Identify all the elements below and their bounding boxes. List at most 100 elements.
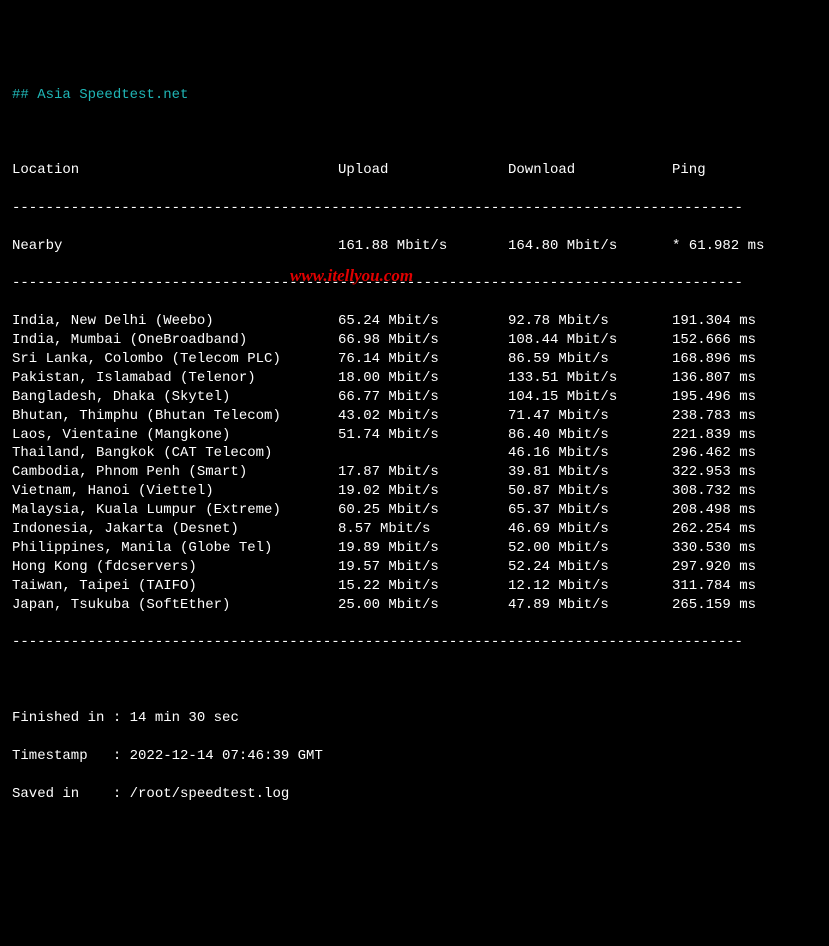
cell-upload: 19.02 Mbit/s: [338, 482, 508, 501]
cell-location: Thailand, Bangkok (CAT Telecom): [12, 444, 338, 463]
cell-download: 92.78 Mbit/s: [508, 312, 672, 331]
cell-upload: 19.89 Mbit/s: [338, 539, 508, 558]
footer-finished: Finished in : 14 min 30 sec: [12, 709, 817, 728]
table-row: Hong Kong (fdcservers)19.57 Mbit/s52.24 …: [12, 558, 817, 577]
cell-upload: 19.57 Mbit/s: [338, 558, 508, 577]
header-ping: Ping: [672, 161, 706, 180]
cell-location: Indonesia, Jakarta (Desnet): [12, 520, 338, 539]
nearby-row: Nearby161.88 Mbit/s164.80 Mbit/s* 61.982…: [12, 237, 817, 256]
cell-location: Vietnam, Hanoi (Viettel): [12, 482, 338, 501]
header-upload: Upload: [338, 161, 508, 180]
cell-location: Philippines, Manila (Globe Tel): [12, 539, 338, 558]
cell-ping: 296.462 ms: [672, 444, 756, 463]
cell-ping: 330.530 ms: [672, 539, 756, 558]
cell-download: 133.51 Mbit/s: [508, 369, 672, 388]
cell-upload: 43.02 Mbit/s: [338, 407, 508, 426]
nearby-download: 164.80 Mbit/s: [508, 237, 672, 256]
table-row: Philippines, Manila (Globe Tel)19.89 Mbi…: [12, 539, 817, 558]
cell-location: Bhutan, Thimphu (Bhutan Telecom): [12, 407, 338, 426]
cell-location: Taiwan, Taipei (TAIFO): [12, 577, 338, 596]
table-row: Laos, Vientaine (Mangkone)51.74 Mbit/s86…: [12, 426, 817, 445]
separator: ----------------------------------------…: [12, 199, 817, 218]
cell-download: 12.12 Mbit/s: [508, 577, 672, 596]
cell-ping: 297.920 ms: [672, 558, 756, 577]
footer-saved: Saved in : /root/speedtest.log: [12, 785, 817, 804]
cell-upload: 18.00 Mbit/s: [338, 369, 508, 388]
cell-ping: 191.304 ms: [672, 312, 756, 331]
header-location: Location: [12, 161, 338, 180]
cell-ping: 322.953 ms: [672, 463, 756, 482]
nearby-upload: 161.88 Mbit/s: [338, 237, 508, 256]
cell-upload: 17.87 Mbit/s: [338, 463, 508, 482]
cell-download: 65.37 Mbit/s: [508, 501, 672, 520]
cell-download: 52.24 Mbit/s: [508, 558, 672, 577]
cell-download: 39.81 Mbit/s: [508, 463, 672, 482]
cell-location: Sri Lanka, Colombo (Telecom PLC): [12, 350, 338, 369]
cell-download: 52.00 Mbit/s: [508, 539, 672, 558]
watermark-text: www.itellyou.com: [290, 265, 413, 288]
cell-upload: 15.22 Mbit/s: [338, 577, 508, 596]
cell-upload: 76.14 Mbit/s: [338, 350, 508, 369]
cell-download: 46.16 Mbit/s: [508, 444, 672, 463]
saved-label: Saved in :: [12, 786, 121, 802]
header-row: LocationUploadDownloadPing: [12, 161, 817, 180]
cell-upload: 25.00 Mbit/s: [338, 596, 508, 615]
table-row: Taiwan, Taipei (TAIFO)15.22 Mbit/s12.12 …: [12, 577, 817, 596]
cell-location: Laos, Vientaine (Mangkone): [12, 426, 338, 445]
cell-location: Malaysia, Kuala Lumpur (Extreme): [12, 501, 338, 520]
cell-ping: 136.807 ms: [672, 369, 756, 388]
cell-location: India, Mumbai (OneBroadband): [12, 331, 338, 350]
table-row: Thailand, Bangkok (CAT Telecom) 46.16 Mbi…: [12, 444, 817, 463]
cell-ping: 221.839 ms: [672, 426, 756, 445]
cell-ping: 152.666 ms: [672, 331, 756, 350]
cell-download: 47.89 Mbit/s: [508, 596, 672, 615]
cell-ping: 195.496 ms: [672, 388, 756, 407]
footer-timestamp: Timestamp : 2022-12-14 07:46:39 GMT: [12, 747, 817, 766]
cell-ping: 265.159 ms: [672, 596, 756, 615]
cell-upload: 60.25 Mbit/s: [338, 501, 508, 520]
table-row: Sri Lanka, Colombo (Telecom PLC)76.14 Mb…: [12, 350, 817, 369]
table-row: Japan, Tsukuba (SoftEther)25.00 Mbit/s47…: [12, 596, 817, 615]
table-row: Vietnam, Hanoi (Viettel)19.02 Mbit/s50.8…: [12, 482, 817, 501]
table-row: Malaysia, Kuala Lumpur (Extreme)60.25 Mb…: [12, 501, 817, 520]
cell-location: Hong Kong (fdcservers): [12, 558, 338, 577]
cell-location: Cambodia, Phnom Penh (Smart): [12, 463, 338, 482]
timestamp-label: Timestamp :: [12, 748, 121, 764]
cell-upload: 66.98 Mbit/s: [338, 331, 508, 350]
cell-ping: 308.732 ms: [672, 482, 756, 501]
cell-upload: 66.77 Mbit/s: [338, 388, 508, 407]
table-row: Bhutan, Thimphu (Bhutan Telecom)43.02 Mb…: [12, 407, 817, 426]
finished-label: Finished in :: [12, 710, 121, 726]
table-row: Indonesia, Jakarta (Desnet)8.57 Mbit/s46…: [12, 520, 817, 539]
cell-ping: 311.784 ms: [672, 577, 756, 596]
section-title: ## Asia Speedtest.net: [12, 86, 817, 105]
cell-ping: 208.498 ms: [672, 501, 756, 520]
blank-line: [12, 671, 817, 690]
cell-location: Japan, Tsukuba (SoftEther): [12, 596, 338, 615]
header-download: Download: [508, 161, 672, 180]
result-rows: India, New Delhi (Weebo)65.24 Mbit/s92.7…: [12, 312, 817, 614]
separator: ----------------------------------------…: [12, 633, 817, 652]
cell-location: Pakistan, Islamabad (Telenor): [12, 369, 338, 388]
cell-download: 108.44 Mbit/s: [508, 331, 672, 350]
cell-upload: 65.24 Mbit/s: [338, 312, 508, 331]
timestamp-value: 2022-12-14 07:46:39 GMT: [130, 748, 323, 764]
cell-download: 86.40 Mbit/s: [508, 426, 672, 445]
separator: ----------------------------------------…: [12, 274, 817, 293]
finished-value: 14 min 30 sec: [130, 710, 239, 726]
table-row: India, New Delhi (Weebo)65.24 Mbit/s92.7…: [12, 312, 817, 331]
table-row: Pakistan, Islamabad (Telenor)18.00 Mbit/…: [12, 369, 817, 388]
cell-download: 46.69 Mbit/s: [508, 520, 672, 539]
nearby-location: Nearby: [12, 237, 338, 256]
table-row: India, Mumbai (OneBroadband)66.98 Mbit/s…: [12, 331, 817, 350]
table-row: Cambodia, Phnom Penh (Smart)17.87 Mbit/s…: [12, 463, 817, 482]
cell-download: 86.59 Mbit/s: [508, 350, 672, 369]
cell-upload: 8.57 Mbit/s: [338, 520, 508, 539]
cell-ping: 238.783 ms: [672, 407, 756, 426]
cell-ping: 168.896 ms: [672, 350, 756, 369]
cell-location: India, New Delhi (Weebo): [12, 312, 338, 331]
saved-value: /root/speedtest.log: [130, 786, 290, 802]
cell-download: 50.87 Mbit/s: [508, 482, 672, 501]
cell-location: Bangladesh, Dhaka (Skytel): [12, 388, 338, 407]
table-row: Bangladesh, Dhaka (Skytel)66.77 Mbit/s10…: [12, 388, 817, 407]
